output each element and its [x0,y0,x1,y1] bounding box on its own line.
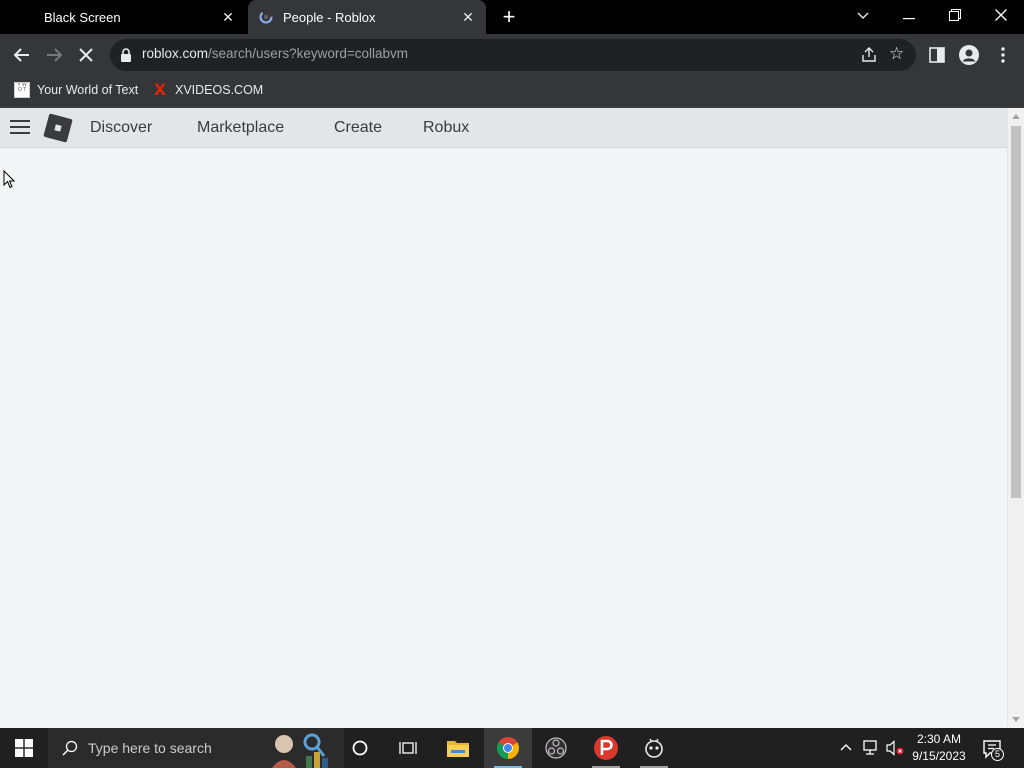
notification-count-badge: 5 [991,748,1004,761]
vertical-scrollbar[interactable] [1007,108,1024,727]
clock-date: 9/15/2023 [912,749,966,763]
tab-title: People - Roblox [283,9,376,25]
roblox-page: Discover Marketplace Create Robux [0,108,1024,727]
tab-strip: Black Screen ✕ People - Roblox ✕ + [0,0,1024,34]
forward-arrow-icon[interactable] [41,42,67,68]
nav-create[interactable]: Create [334,119,382,137]
volume-muted-icon[interactable] [886,740,904,756]
back-arrow-icon[interactable] [9,42,35,68]
nav-marketplace[interactable]: Marketplace [197,119,284,137]
bookmark-your-world-of-text[interactable]: Y W O T Your World of Text [14,76,138,104]
tab-black-screen[interactable]: Black Screen ✕ [0,0,246,34]
tab-people-roblox[interactable]: People - Roblox ✕ [248,0,486,34]
bookmark-star-icon[interactable]: ☆ [889,45,907,63]
close-window-button[interactable] [978,0,1024,30]
psiphon-taskbar-button[interactable] [582,728,630,768]
stop-loading-icon[interactable] [73,42,99,68]
share-icon[interactable] [860,46,878,64]
url-host: roblox.com [142,46,209,61]
roblox-header: Discover Marketplace Create Robux [0,108,1007,148]
url-text[interactable]: roblox.com/search/users?keyword=collabvm [142,46,408,61]
ywot-favicon-icon: Y W O T [14,82,30,98]
chrome-icon [497,737,519,759]
obs-icon [545,737,567,759]
browser-toolbar: roblox.com/search/users?keyword=collabvm… [0,34,1024,76]
tab-title: Black Screen [44,9,121,25]
bookmark-label: Your World of Text [37,83,139,97]
task-view-icon [399,742,417,754]
nav-discover[interactable]: Discover [90,119,152,137]
scroll-up-arrow-icon[interactable] [1012,114,1020,119]
tab-search-chevron-icon[interactable] [840,0,886,30]
windows-logo-icon [15,739,33,757]
chrome-taskbar-button[interactable] [484,728,532,768]
roblox-logo-icon[interactable] [43,113,73,143]
windows-taskbar: Type here to search 2:30 AM 9/15/2023 5 [0,728,1024,768]
start-button[interactable] [0,728,48,768]
folder-icon [447,741,469,757]
cortana-button[interactable] [336,728,384,768]
app-taskbar-button[interactable] [630,728,678,768]
clock-time: 2:30 AM [916,732,962,746]
bookmark-label: XVIDEOS.COM [175,83,264,97]
hamburger-menu-icon[interactable] [10,120,30,136]
taskbar-search-box[interactable]: Type here to search [48,728,344,768]
close-tab-icon[interactable]: ✕ [460,9,476,25]
url-path: /search/users?keyword=collabvm [208,46,408,61]
scrollbar-thumb[interactable] [1011,126,1021,498]
task-view-button[interactable] [384,728,432,768]
search-icon [62,740,78,756]
network-icon[interactable] [862,740,880,756]
close-tab-icon[interactable]: ✕ [220,9,236,25]
minimize-button[interactable] [886,0,932,30]
show-hidden-icons-chevron-icon[interactable] [838,740,854,756]
restore-button[interactable] [932,0,978,30]
bookmarks-bar: Y W O T Your World of Text X XVIDEOS.COM [0,76,1024,108]
bookmark-xvideos[interactable]: X XVIDEOS.COM [152,76,263,104]
new-tab-button[interactable]: + [499,6,519,28]
search-placeholder: Type here to search [88,740,212,756]
xvideos-favicon-icon: X [153,80,167,99]
psiphon-icon [594,736,618,760]
cortana-circle-icon [352,740,368,756]
robot-app-icon [645,738,663,758]
file-explorer-button[interactable] [434,728,482,768]
search-highlight-illustration-icon [272,733,328,768]
mouse-cursor-icon [3,170,15,189]
taskbar-clock[interactable]: 2:30 AM 9/15/2023 [908,731,970,765]
scroll-down-arrow-icon[interactable] [1012,717,1020,722]
side-panel-icon[interactable] [924,42,950,68]
menu-kebab-icon[interactable] [990,42,1016,68]
address-bar[interactable]: roblox.com/search/users?keyword=collabvm… [110,39,916,71]
profile-avatar-icon[interactable] [956,42,982,68]
loading-favicon-icon [259,10,273,24]
nav-robux[interactable]: Robux [423,119,469,137]
obs-taskbar-button[interactable] [532,728,580,768]
lock-icon[interactable] [120,48,132,62]
